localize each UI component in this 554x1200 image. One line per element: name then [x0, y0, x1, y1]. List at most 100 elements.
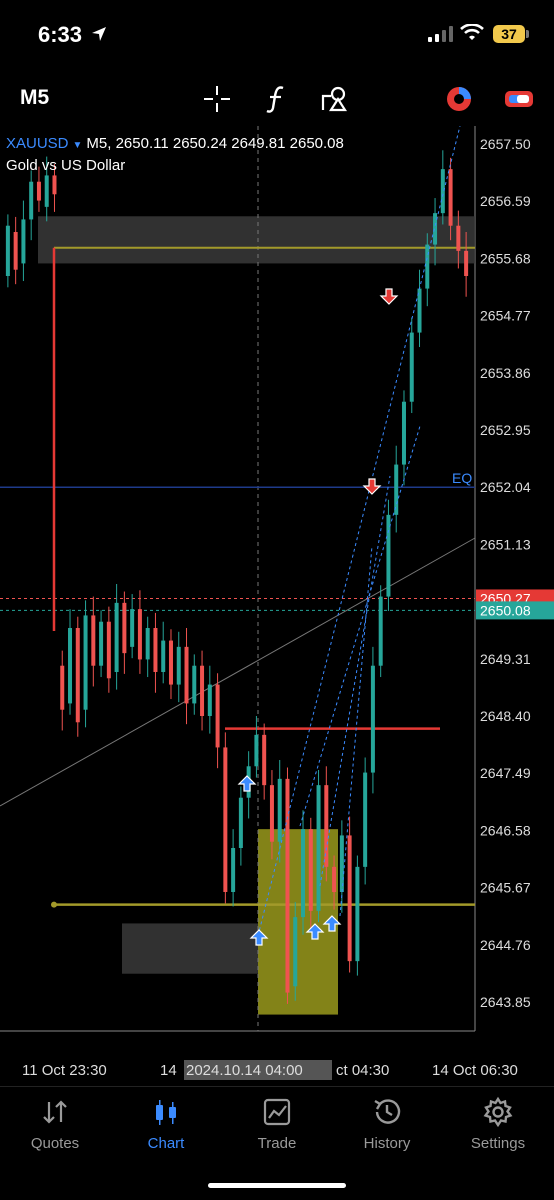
settings-icon — [443, 1095, 553, 1129]
candle-body — [269, 785, 274, 842]
candle-body — [215, 684, 220, 748]
chart-header: XAUUSD ▼ M5, 2650.11 2650.24 2649.81 2650.… — [6, 135, 344, 152]
candle-body — [207, 684, 212, 716]
nav-history-label: History — [363, 1135, 411, 1152]
candle-body — [5, 225, 10, 276]
candle-body — [75, 628, 80, 723]
candle-body — [13, 232, 18, 270]
price-chart[interactable]: 2657.50 2656.59 2655.68 2654.77 2653.86 2652.… — [0, 126, 554, 1086]
candle-body — [378, 596, 383, 666]
price-tick-label: 2649.31 — [480, 651, 531, 667]
price-tick-label: 2657.50 — [480, 136, 531, 152]
status-time: 6:33 — [38, 22, 83, 47]
candle-body — [355, 866, 360, 962]
candle-body — [456, 225, 461, 251]
eq-label: EQ — [452, 470, 472, 486]
timeframe-button[interactable]: M5 — [20, 86, 49, 110]
nav-quotes[interactable]: Quotes — [0, 1095, 110, 1152]
price-tick-label: 2646.58 — [480, 822, 531, 838]
price-tick-label: 2648.40 — [480, 708, 531, 724]
candle-body — [99, 621, 104, 666]
candle-body — [161, 640, 166, 672]
candle-body — [91, 615, 96, 666]
trade-icon — [222, 1095, 332, 1129]
candle-body — [370, 665, 375, 773]
candle-body — [409, 332, 414, 402]
nav-settings[interactable]: Settings — [443, 1095, 553, 1152]
candle-body — [238, 797, 243, 848]
toggle-icon[interactable] — [502, 82, 536, 116]
indicator-icon[interactable] — [442, 82, 476, 116]
candle-body — [433, 213, 438, 245]
candle-body — [223, 747, 228, 892]
function-icon[interactable] — [260, 82, 294, 116]
objects-icon[interactable] — [318, 82, 352, 116]
time-tick-label: 11 Oct 23:30 — [22, 1062, 107, 1079]
supply-zone — [38, 216, 475, 264]
candle-body — [52, 175, 57, 195]
candle-body — [44, 175, 49, 207]
candle-body — [130, 609, 135, 647]
candle-body — [308, 829, 313, 911]
nav-history[interactable]: History — [332, 1095, 442, 1152]
history-icon — [332, 1095, 442, 1129]
candle-body — [448, 169, 453, 226]
candle-body — [176, 646, 181, 685]
candle-body — [68, 628, 73, 704]
location-arrow-icon — [92, 27, 106, 41]
candle-body — [363, 772, 368, 867]
candle-body — [425, 244, 430, 289]
nav-quotes-label: Quotes — [30, 1135, 80, 1152]
battery-level: 37 — [493, 25, 525, 43]
candle-body — [293, 917, 298, 987]
price-tick-label: 2656.59 — [480, 193, 531, 209]
symbol-label[interactable]: XAUUSD — [6, 135, 69, 152]
candle-body — [301, 829, 306, 918]
candle-body — [262, 734, 267, 786]
candle-body — [440, 169, 445, 214]
candle-body — [200, 665, 205, 716]
nav-chart-label: Chart — [147, 1135, 185, 1152]
candle-body — [401, 401, 406, 465]
symbol-description: Gold vs US Dollar — [6, 157, 126, 174]
candle-body — [145, 628, 150, 660]
price-tick-label: 2654.77 — [480, 308, 531, 324]
price-tick-label: 2651.13 — [480, 536, 531, 552]
symbol-dropdown-icon[interactable]: ▼ — [73, 140, 83, 151]
ohlc-values: M5, 2650.11 2650.24 2649.81 2650.08 — [86, 135, 344, 152]
candle-body — [394, 464, 399, 515]
candle-body — [168, 640, 173, 685]
chart-canvas[interactable]: 2657.50 2656.59 2655.68 2654.77 2653.86 2652.… — [0, 126, 554, 1086]
candle-body — [60, 665, 65, 710]
candle-body — [106, 621, 111, 679]
candle-body — [153, 628, 158, 672]
price-tick-label: 2652.04 — [480, 479, 531, 495]
price-tick-label: 2643.85 — [480, 994, 531, 1010]
demand-zone — [122, 923, 258, 974]
candle-body — [231, 848, 236, 892]
candle-body — [122, 602, 127, 654]
candle-body — [347, 835, 352, 962]
quotes-icon — [0, 1095, 110, 1129]
nav-chart[interactable]: Chart — [111, 1095, 221, 1152]
projection-line — [319, 475, 391, 887]
home-indicator — [208, 1183, 346, 1188]
crosshair-icon[interactable] — [200, 82, 234, 116]
status-bar: 6:33 37 — [0, 0, 554, 70]
time-tick-label: 2024.10.14 04:00 — [186, 1062, 303, 1079]
buy-arrow — [237, 775, 257, 792]
candle-body — [137, 609, 142, 660]
price-tick-label: 2653.86 — [480, 365, 531, 381]
time-tick-label: 14 Oct 06:30 — [432, 1062, 518, 1079]
projection-line — [299, 425, 421, 827]
current-price-label: 2650.08 — [480, 602, 531, 618]
candle-body — [114, 602, 119, 672]
candle-body — [29, 181, 34, 220]
nav-trade[interactable]: Trade — [222, 1095, 332, 1152]
battery-tip — [526, 30, 529, 38]
wifi-icon — [460, 24, 484, 40]
price-tick-label: 2644.76 — [480, 937, 531, 953]
candle-body — [184, 646, 189, 704]
price-tick-label: 2645.67 — [480, 880, 531, 896]
candle-body — [277, 778, 282, 842]
